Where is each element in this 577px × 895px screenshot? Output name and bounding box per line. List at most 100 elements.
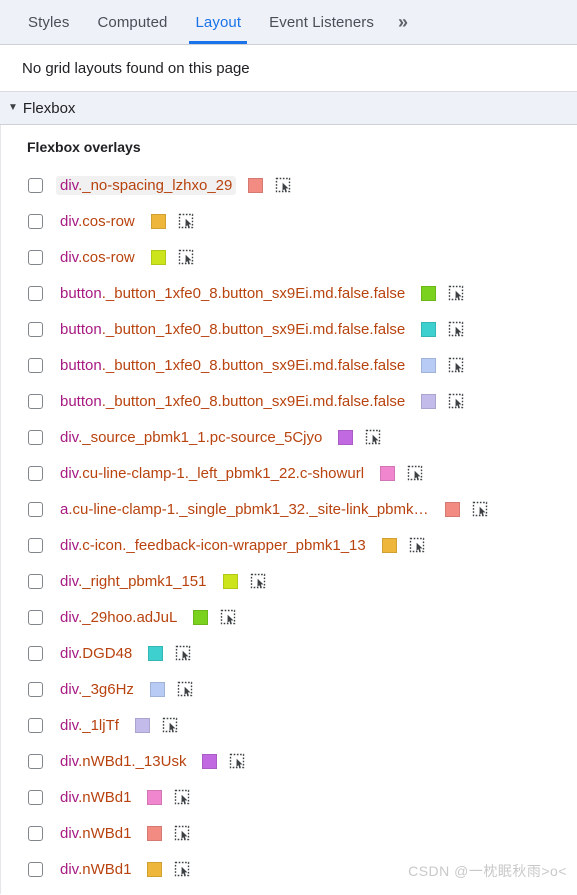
select-element-icon[interactable] [407,465,423,481]
select-element-icon[interactable] [220,609,236,625]
select-element-icon[interactable] [177,681,193,697]
select-element-icon[interactable] [409,537,425,553]
overlay-element-selector[interactable]: div.nWBd1 [56,824,135,843]
flexbox-overlay-row[interactable]: div.nWBd1 [1,815,577,851]
overlay-checkbox[interactable] [28,501,43,517]
select-element-icon[interactable] [178,213,194,229]
overlay-checkbox[interactable] [28,429,43,445]
flexbox-overlay-row[interactable]: div.cos-row [1,239,577,275]
tab-styles[interactable]: Styles [14,0,83,44]
chevron-down-icon[interactable]: ▼ [8,103,18,113]
overlay-element-selector[interactable]: div.cu-line-clamp-1._left_pbmk1_22.c-sho… [56,464,368,483]
overlay-color-swatch[interactable] [421,393,437,409]
select-element-icon[interactable] [448,357,464,373]
flexbox-overlay-row[interactable]: div.nWBd1 [1,779,577,815]
overlay-color-swatch[interactable] [421,285,437,301]
overlay-color-swatch[interactable] [147,825,163,841]
overlay-checkbox[interactable] [28,249,43,265]
flexbox-overlay-row[interactable]: button._button_1xfe0_8.button_sx9Ei.md.f… [1,383,577,419]
flexbox-overlay-row[interactable]: button._button_1xfe0_8.button_sx9Ei.md.f… [1,275,577,311]
overlay-checkbox[interactable] [28,825,43,841]
overlay-element-selector[interactable]: div._right_pbmk1_151 [56,572,211,591]
select-element-icon[interactable] [448,321,464,337]
tab-layout[interactable]: Layout [181,0,255,44]
overlay-element-selector[interactable]: button._button_1xfe0_8.button_sx9Ei.md.f… [56,392,409,411]
overlay-element-selector[interactable]: div._3g6Hz [56,680,138,699]
overlay-checkbox[interactable] [28,789,43,805]
flexbox-section-header[interactable]: ▼ Flexbox [0,92,577,125]
overlay-element-selector[interactable]: button._button_1xfe0_8.button_sx9Ei.md.f… [56,284,409,303]
select-element-icon[interactable] [448,285,464,301]
overlay-color-swatch[interactable] [193,609,209,625]
overlay-color-swatch[interactable] [248,177,264,193]
select-element-icon[interactable] [448,393,464,409]
flexbox-overlay-row[interactable]: div._29hoo.adJuL [1,599,577,635]
overlay-element-selector[interactable]: button._button_1xfe0_8.button_sx9Ei.md.f… [56,356,409,375]
flexbox-overlay-row[interactable]: div._right_pbmk1_151 [1,563,577,599]
overlay-color-swatch[interactable] [421,357,437,373]
overlay-element-selector[interactable]: div.cos-row [56,212,139,231]
flexbox-overlay-row[interactable]: button._button_1xfe0_8.button_sx9Ei.md.f… [1,311,577,347]
overlay-color-swatch[interactable] [149,681,165,697]
overlay-element-selector[interactable]: div._1ljTf [56,716,123,735]
overlay-checkbox[interactable] [28,213,43,229]
overlay-color-swatch[interactable] [147,789,163,805]
overlay-element-selector[interactable]: div.cos-row [56,248,139,267]
flexbox-overlay-row[interactable]: div.DGD48 [1,635,577,671]
select-element-icon[interactable] [175,645,191,661]
overlay-checkbox[interactable] [28,537,43,553]
overlay-checkbox[interactable] [28,861,43,877]
overlay-element-selector[interactable]: div.nWBd1 [56,788,135,807]
overlay-checkbox[interactable] [28,465,43,481]
overlay-color-swatch[interactable] [421,321,437,337]
select-element-icon[interactable] [178,249,194,265]
overlay-color-swatch[interactable] [134,717,150,733]
select-element-icon[interactable] [472,501,488,517]
overlay-checkbox[interactable] [28,285,43,301]
tab-event-listeners[interactable]: Event Listeners [255,0,388,44]
overlay-checkbox[interactable] [28,717,43,733]
overlay-checkbox[interactable] [28,357,43,373]
select-element-icon[interactable] [250,573,266,589]
overlay-checkbox[interactable] [28,573,43,589]
overlay-color-swatch[interactable] [150,213,166,229]
flexbox-overlay-row[interactable]: button._button_1xfe0_8.button_sx9Ei.md.f… [1,347,577,383]
overlay-element-selector[interactable]: div._no-spacing_lzhxo_29 [56,175,237,195]
flexbox-overlay-row[interactable]: div._no-spacing_lzhxo_29 [1,167,577,203]
overlay-element-selector[interactable]: div.nWBd1 [56,860,135,879]
overlay-element-selector[interactable]: div._source_pbmk1_1.pc-source_5Cjyo [56,428,326,447]
flexbox-overlay-row[interactable]: div.cos-row [1,203,577,239]
select-element-icon[interactable] [174,861,190,877]
overlay-color-swatch[interactable] [148,645,164,661]
flexbox-overlay-row[interactable]: div.nWBd1._13Usk [1,743,577,779]
chevron-double-right-icon[interactable]: » [388,0,418,44]
overlay-checkbox[interactable] [28,177,43,193]
overlay-element-selector[interactable]: div.nWBd1._13Usk [56,752,190,771]
flexbox-overlay-row[interactable]: div._source_pbmk1_1.pc-source_5Cjyo [1,419,577,455]
overlay-checkbox[interactable] [28,609,43,625]
flexbox-overlay-row[interactable]: div._1ljTf [1,707,577,743]
select-element-icon[interactable] [365,429,381,445]
flexbox-overlay-row[interactable]: div._3g6Hz [1,671,577,707]
select-element-icon[interactable] [174,825,190,841]
overlay-element-selector[interactable]: div._29hoo.adJuL [56,608,181,627]
tab-computed[interactable]: Computed [83,0,181,44]
overlay-checkbox[interactable] [28,645,43,661]
select-element-icon[interactable] [275,177,291,193]
overlay-color-swatch[interactable] [380,465,396,481]
overlay-checkbox[interactable] [28,393,43,409]
overlay-color-swatch[interactable] [222,573,238,589]
select-element-icon[interactable] [174,789,190,805]
flexbox-overlay-row[interactable]: a.cu-line-clamp-1._single_pbmk1_32._site… [1,491,577,527]
overlay-color-swatch[interactable] [381,537,397,553]
overlay-checkbox[interactable] [28,753,43,769]
overlay-checkbox[interactable] [28,681,43,697]
select-element-icon[interactable] [229,753,245,769]
overlay-color-swatch[interactable] [338,429,354,445]
overlay-element-selector[interactable]: div.DGD48 [56,644,136,663]
overlay-color-swatch[interactable] [147,861,163,877]
flexbox-overlay-row[interactable]: div.nWBd1 [1,851,577,887]
overlay-element-selector[interactable]: a.cu-line-clamp-1._single_pbmk1_32._site… [56,500,433,519]
flexbox-overlay-row[interactable]: div.c-icon._feedback-icon-wrapper_pbmk1_… [1,527,577,563]
flexbox-overlay-row[interactable]: div.cu-line-clamp-1._left_pbmk1_22.c-sho… [1,455,577,491]
